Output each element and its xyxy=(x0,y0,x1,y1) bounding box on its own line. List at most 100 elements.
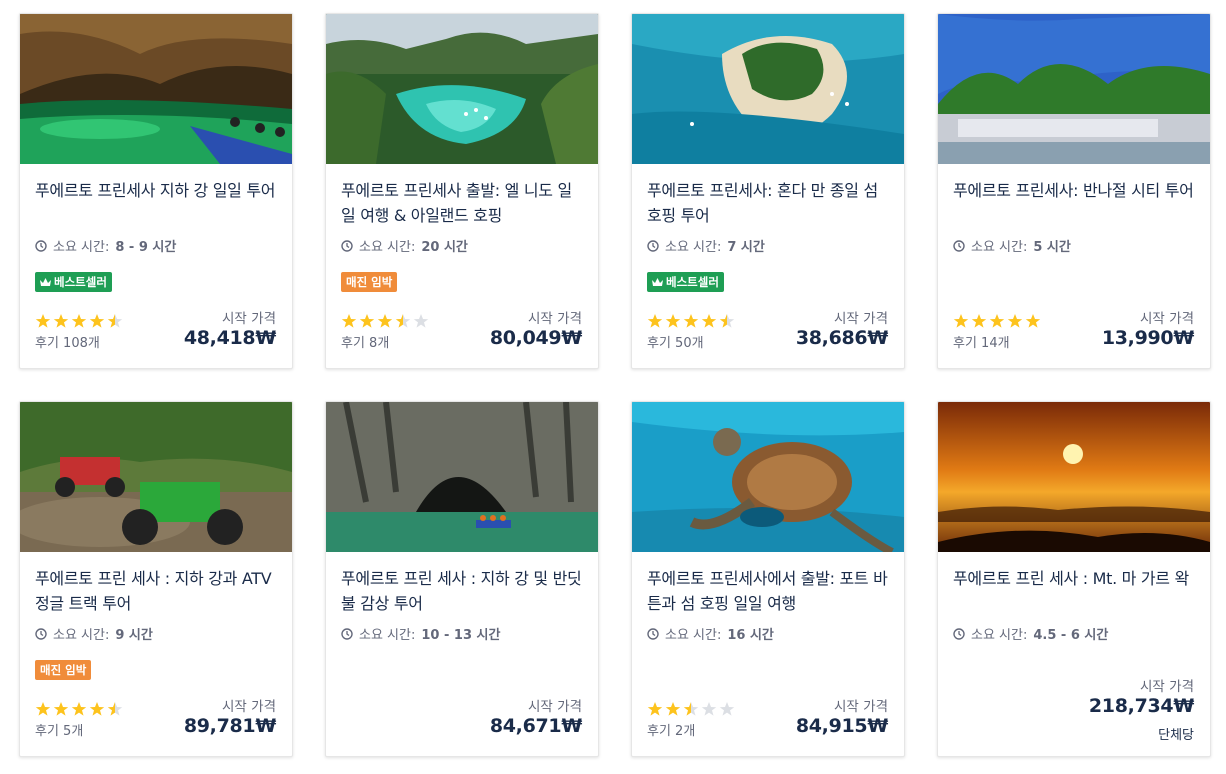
star-icon xyxy=(359,314,375,328)
star-icon xyxy=(719,702,735,716)
duration-value: 10 - 13 시간 xyxy=(421,628,501,643)
duration-value: 5 시간 xyxy=(1033,240,1071,255)
review-count: 후기 14개 xyxy=(953,336,1010,351)
duration-label: 소요 시간: xyxy=(665,240,722,255)
duration-value: 7 시간 xyxy=(727,240,765,255)
tour-title[interactable]: 푸에르토 프린 세사 : 지하 강 및 반딧불 감상 투어 xyxy=(341,566,585,616)
likely-sell-out-badge: 매진 임박 xyxy=(341,272,398,292)
tour-price: 84,915₩ xyxy=(795,715,888,737)
crown-icon xyxy=(652,277,663,286)
tour-duration: 소요 시간: 7 시간 xyxy=(647,236,765,255)
from-price-label: 시작 가격 xyxy=(528,699,582,715)
clock-icon xyxy=(647,627,659,640)
rating-stars xyxy=(647,701,735,717)
star-icon xyxy=(989,314,1005,328)
from-price-label: 시작 가격 xyxy=(834,311,888,327)
star-icon xyxy=(683,314,699,328)
clock-icon xyxy=(953,627,965,640)
star-icon xyxy=(89,314,105,328)
star-icon xyxy=(341,314,357,328)
duration-value: 4.5 - 6 시간 xyxy=(1033,628,1109,643)
star-icon xyxy=(701,314,717,328)
duration-label: 소요 시간: xyxy=(971,240,1028,255)
duration-value: 20 시간 xyxy=(421,240,468,255)
duration-value: 9 시간 xyxy=(115,628,153,643)
tour-duration: 소요 시간: 10 - 13 시간 xyxy=(341,624,500,643)
tour-image-el-nido-lagoon[interactable] xyxy=(326,14,598,164)
badge-label: 베스트셀러 xyxy=(54,275,107,289)
tour-title[interactable]: 푸에르토 프린 세사 : Mt. 마 가르 왁 xyxy=(953,566,1197,591)
star-icon xyxy=(35,702,51,716)
tour-image-city-sign[interactable] xyxy=(938,14,1210,164)
tour-card-7[interactable]: 푸에르토 프린세사에서 출발: 포트 바튼과 섬 호핑 일일 여행 소요 시간:… xyxy=(631,401,905,757)
tour-card-1[interactable]: 푸에르토 프린세사 지하 강 일일 투어 소요 시간: 8 - 9 시간 베스트… xyxy=(19,13,293,369)
star-icon xyxy=(665,314,681,328)
badge-label: 매진 임박 xyxy=(40,663,87,677)
star-icon xyxy=(701,702,717,716)
star-icon xyxy=(71,314,87,328)
badge-label: 매진 임박 xyxy=(346,275,393,289)
rating-stars xyxy=(35,701,123,717)
rating-stars xyxy=(35,313,123,329)
star-icon xyxy=(683,702,699,716)
from-price-label: 시작 가격 xyxy=(1140,311,1194,327)
rating-stars xyxy=(341,313,429,329)
clock-icon xyxy=(647,239,659,252)
tour-price: 13,990₩ xyxy=(1101,327,1194,349)
star-icon xyxy=(971,314,987,328)
star-icon xyxy=(647,314,663,328)
tour-title[interactable]: 푸에르토 프린세사: 혼다 만 종일 섬 호핑 투어 xyxy=(647,178,891,228)
tour-image-atv[interactable] xyxy=(20,402,292,552)
duration-label: 소요 시간: xyxy=(359,628,416,643)
bestseller-badge: 베스트셀러 xyxy=(647,272,724,292)
duration-value: 8 - 9 시간 xyxy=(115,240,177,255)
star-icon xyxy=(665,702,681,716)
rating-stars xyxy=(647,313,735,329)
tour-duration: 소요 시간: 8 - 9 시간 xyxy=(35,236,176,255)
tour-image-cave-river[interactable] xyxy=(20,14,292,164)
clock-icon xyxy=(341,627,353,640)
tour-card-3[interactable]: 푸에르토 프린세사: 혼다 만 종일 섬 호핑 투어 소요 시간: 7 시간 베… xyxy=(631,13,905,369)
badge-label: 베스트셀러 xyxy=(666,275,719,289)
tour-image-cave-entrance[interactable] xyxy=(326,402,598,552)
bestseller-badge: 베스트셀러 xyxy=(35,272,112,292)
tour-price: 89,781₩ xyxy=(183,715,276,737)
tour-card-6[interactable]: 푸에르토 프린 세사 : 지하 강 및 반딧불 감상 투어 소요 시간: 10 … xyxy=(325,401,599,757)
star-icon xyxy=(647,702,663,716)
tour-image-honda-bay[interactable] xyxy=(632,14,904,164)
review-count: 후기 108개 xyxy=(35,336,100,351)
tour-price: 84,671₩ xyxy=(489,715,582,737)
tour-title[interactable]: 푸에르토 프린 세사 : 지하 강과 ATV 정글 트랙 투어 xyxy=(35,566,279,616)
star-icon xyxy=(719,314,735,328)
star-icon xyxy=(1007,314,1023,328)
tour-title[interactable]: 푸에르토 프린세사에서 출발: 포트 바튼과 섬 호핑 일일 여행 xyxy=(647,566,891,616)
star-icon xyxy=(107,702,123,716)
from-price-label: 시작 가격 xyxy=(222,311,276,327)
tour-card-4[interactable]: 푸에르토 프린세사: 반나절 시티 투어 소요 시간: 5 시간 후기 14개 … xyxy=(937,13,1211,369)
clock-icon xyxy=(35,239,47,252)
star-icon xyxy=(1025,314,1041,328)
tour-image-sea-turtle[interactable] xyxy=(632,402,904,552)
tour-title[interactable]: 푸에르토 프린세사: 반나절 시티 투어 xyxy=(953,178,1197,203)
star-icon xyxy=(53,702,69,716)
clock-icon xyxy=(35,627,47,640)
tour-title[interactable]: 푸에르토 프린세사 지하 강 일일 투어 xyxy=(35,178,279,203)
tour-title[interactable]: 푸에르토 프린세사 출발: 엘 니도 일일 여행 & 아일랜드 호핑 xyxy=(341,178,585,228)
tour-card-2[interactable]: 푸에르토 프린세사 출발: 엘 니도 일일 여행 & 아일랜드 호핑 소요 시간… xyxy=(325,13,599,369)
from-price-label: 시작 가격 xyxy=(222,699,276,715)
duration-label: 소요 시간: xyxy=(53,628,110,643)
star-icon xyxy=(89,702,105,716)
duration-label: 소요 시간: xyxy=(971,628,1028,643)
star-icon xyxy=(377,314,393,328)
tour-card-8[interactable]: 푸에르토 프린 세사 : Mt. 마 가르 왁 소요 시간: 4.5 - 6 시… xyxy=(937,401,1211,757)
duration-label: 소요 시간: xyxy=(665,628,722,643)
star-icon xyxy=(53,314,69,328)
tour-image-sunset[interactable] xyxy=(938,402,1210,552)
tour-price: 48,418₩ xyxy=(183,327,276,349)
tour-card-5[interactable]: 푸에르토 프린 세사 : 지하 강과 ATV 정글 트랙 투어 소요 시간: 9… xyxy=(19,401,293,757)
star-icon xyxy=(953,314,969,328)
tour-price: 218,734₩ xyxy=(1088,695,1194,717)
from-price-label: 시작 가격 xyxy=(1140,679,1194,695)
tour-duration: 소요 시간: 5 시간 xyxy=(953,236,1071,255)
clock-icon xyxy=(953,239,965,252)
